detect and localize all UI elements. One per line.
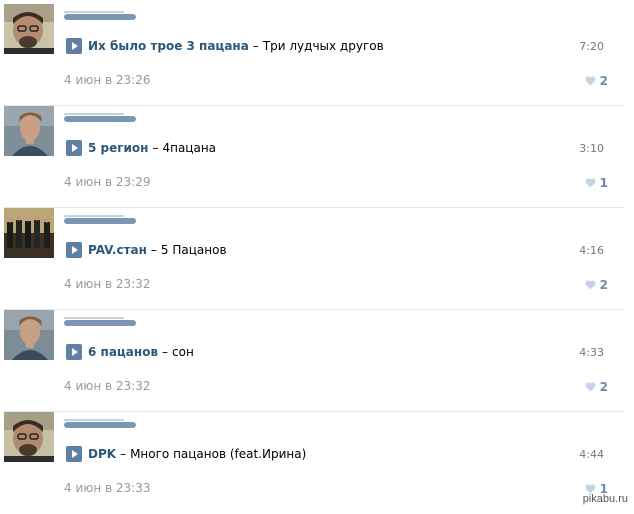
audio-track: PAV.стан – 5 Пацанов (66, 241, 227, 259)
like-button[interactable]: 2 (585, 278, 608, 292)
wall-post: 5 регион – 4пацана 3:10 4 июн в 23:29 1 (0, 106, 624, 208)
track-duration: 3:10 (579, 142, 604, 155)
track-duration: 4:44 (579, 448, 604, 461)
author-name-redacted[interactable] (64, 113, 136, 122)
track-dash: – (162, 345, 169, 359)
author-name-redacted[interactable] (64, 317, 136, 326)
like-button[interactable]: 2 (585, 74, 608, 88)
wall-post: Их было трое 3 пацана – Три лудчых друго… (0, 4, 624, 106)
author-name-redacted[interactable] (64, 419, 136, 428)
play-icon[interactable] (66, 38, 82, 54)
wall-post: 6 пацанов – сон 4:33 4 июн в 23:32 2 (0, 310, 624, 412)
play-icon[interactable] (66, 446, 82, 462)
wall-post: PAV.стан – 5 Пацанов 4:16 4 июн в 23:32 … (0, 208, 624, 310)
heart-icon (585, 280, 596, 290)
audio-track: 5 регион – 4пацана (66, 139, 216, 157)
audio-track: DPK – Много пацанов (feat.Ирина) (66, 445, 306, 463)
track-artist-link[interactable]: PAV.стан (88, 243, 147, 257)
avatar[interactable] (4, 208, 54, 258)
track-title[interactable]: Три лудчых другов (263, 39, 384, 53)
track-title[interactable]: Много пацанов (feat.Ирина) (130, 447, 306, 461)
like-count: 2 (599, 278, 608, 292)
avatar[interactable] (4, 4, 54, 54)
wall-post: DPK – Много пацанов (feat.Ирина) 4:44 4 … (0, 412, 624, 514)
post-date[interactable]: 4 июн в 23:32 (64, 277, 150, 291)
like-button[interactable]: 2 (585, 380, 608, 394)
heart-icon (585, 382, 596, 392)
audio-track: Их было трое 3 пацана – Три лудчых друго… (66, 37, 384, 55)
post-date[interactable]: 4 июн в 23:26 (64, 73, 150, 87)
track-dash: – (120, 447, 127, 461)
avatar[interactable] (4, 412, 54, 462)
like-count: 2 (599, 74, 608, 88)
avatar[interactable] (4, 106, 54, 156)
track-dash: – (252, 39, 259, 53)
watermark: pikabu.ru (582, 493, 628, 505)
play-icon[interactable] (66, 344, 82, 360)
track-duration: 7:20 (579, 40, 604, 53)
track-dash: – (150, 243, 157, 257)
like-button[interactable]: 1 (585, 176, 608, 190)
play-icon[interactable] (66, 140, 82, 156)
post-date[interactable]: 4 июн в 23:32 (64, 379, 150, 393)
heart-icon (585, 178, 596, 188)
track-title[interactable]: 4пацана (162, 141, 216, 155)
avatar[interactable] (4, 310, 54, 360)
author-name-redacted[interactable] (64, 11, 136, 20)
heart-icon (585, 76, 596, 86)
track-artist-link[interactable]: DPK (88, 447, 116, 461)
track-duration: 4:16 (579, 244, 604, 257)
track-duration: 4:33 (579, 346, 604, 359)
track-artist-link[interactable]: 5 регион (88, 141, 148, 155)
play-icon[interactable] (66, 242, 82, 258)
audio-track: 6 пацанов – сон (66, 343, 194, 361)
track-dash: – (152, 141, 159, 155)
author-name-redacted[interactable] (64, 215, 136, 224)
track-title[interactable]: 5 Пацанов (161, 243, 227, 257)
track-title[interactable]: сон (172, 345, 194, 359)
track-artist-link[interactable]: 6 пацанов (88, 345, 158, 359)
track-artist-link[interactable]: Их было трое 3 пацана (88, 39, 249, 53)
like-count: 1 (599, 176, 608, 190)
post-date[interactable]: 4 июн в 23:29 (64, 175, 150, 189)
post-date[interactable]: 4 июн в 23:33 (64, 481, 150, 495)
like-count: 2 (599, 380, 608, 394)
